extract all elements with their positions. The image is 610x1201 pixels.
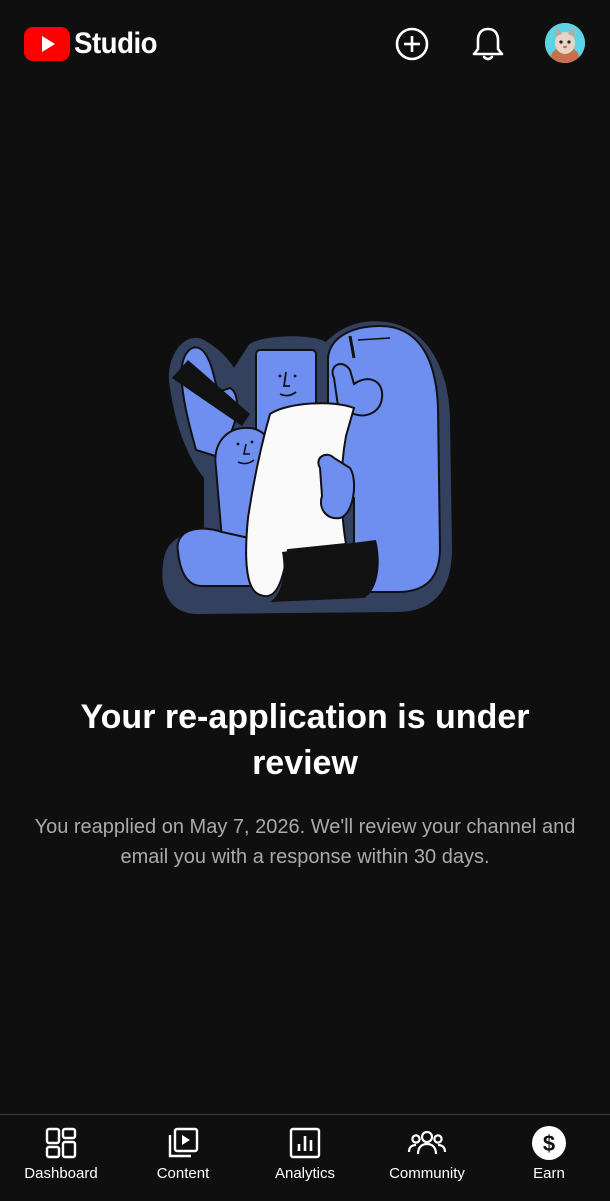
community-icon bbox=[366, 1125, 488, 1161]
bottom-navigation: Dashboard Content Analytics Community $ … bbox=[0, 1114, 610, 1201]
analytics-icon bbox=[244, 1125, 366, 1161]
status-description: You reapplied on May 7, 2026. We'll revi… bbox=[34, 816, 576, 868]
nav-item-analytics[interactable]: Analytics bbox=[244, 1115, 366, 1201]
content-icon bbox=[122, 1125, 244, 1161]
nav-label: Earn bbox=[533, 1165, 565, 1182]
youtube-studio-logo[interactable]: Studio bbox=[24, 24, 164, 64]
avatar[interactable] bbox=[545, 23, 585, 63]
logo-text: Studio bbox=[74, 27, 158, 60]
top-app-bar: Studio bbox=[0, 0, 610, 88]
dashboard-icon bbox=[0, 1125, 122, 1161]
nav-label: Dashboard bbox=[24, 1165, 98, 1182]
notifications-icon[interactable] bbox=[468, 24, 508, 64]
nav-label: Content bbox=[156, 1165, 210, 1182]
create-icon[interactable] bbox=[392, 24, 432, 64]
earn-icon: $ bbox=[488, 1125, 610, 1161]
nav-label: Analytics bbox=[274, 1165, 336, 1182]
nav-item-dashboard[interactable]: Dashboard bbox=[0, 1115, 122, 1201]
nav-label: Community bbox=[389, 1165, 465, 1182]
nav-item-community[interactable]: Community bbox=[366, 1115, 488, 1201]
page-title: Your re-application is under review bbox=[80, 698, 530, 782]
nav-item-content[interactable]: Content bbox=[122, 1115, 244, 1201]
nav-item-earn[interactable]: $ Earn bbox=[488, 1115, 610, 1201]
youtube-play-icon bbox=[24, 27, 70, 61]
svg-text:$: $ bbox=[543, 1131, 555, 1156]
review-illustration bbox=[158, 318, 454, 618]
